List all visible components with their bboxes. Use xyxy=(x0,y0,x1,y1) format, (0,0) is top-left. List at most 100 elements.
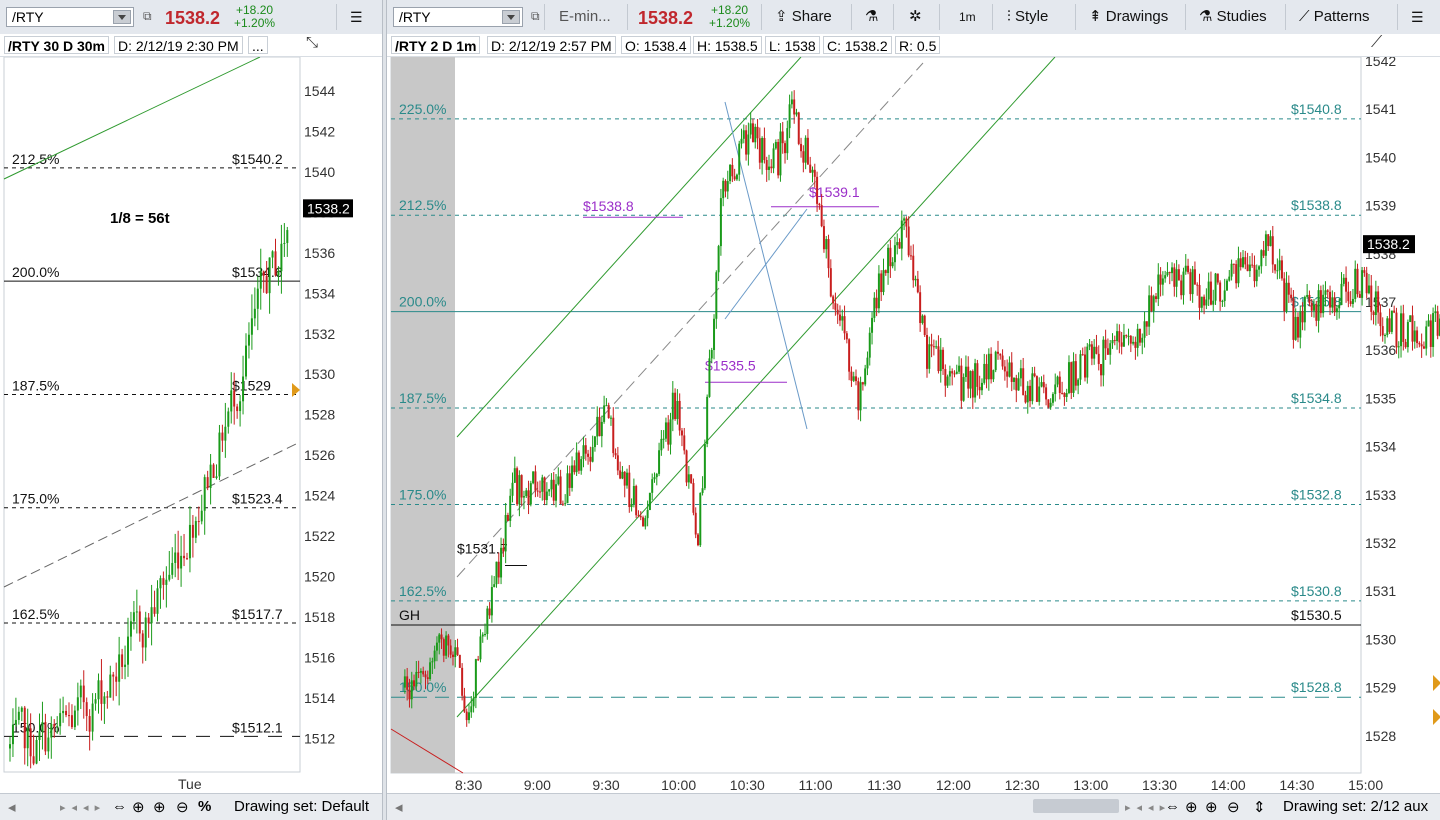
collapse-icon[interactable]: ⤡ xyxy=(306,34,318,51)
chart-style-icon[interactable]: ⟋ xyxy=(1371,34,1382,52)
right-candle-body xyxy=(1166,272,1169,276)
right-candle-body xyxy=(891,262,894,267)
studies-button[interactable]: ⚗ Studies xyxy=(1199,0,1267,34)
right-drawing-set[interactable]: Drawing set: 2/12 aux xyxy=(1283,798,1428,815)
right-price-chart[interactable]: 1542154115401539153815371536153515341533… xyxy=(387,57,1440,793)
right-candle-body xyxy=(1200,296,1203,308)
right-candle-body xyxy=(513,468,516,483)
menu-icon[interactable]: ☰ xyxy=(1411,0,1424,34)
left-more-button[interactable]: ... xyxy=(248,36,268,54)
menu-icon[interactable]: ☰ xyxy=(350,0,363,34)
right-candle-body xyxy=(470,706,473,713)
right-candle-body xyxy=(719,198,722,247)
right-candle-body xyxy=(431,661,434,663)
interval-button[interactable]: 1m xyxy=(959,0,976,34)
left-candle-body xyxy=(79,685,82,698)
right-candle-body xyxy=(969,371,972,389)
right-candle-body xyxy=(930,344,933,347)
close-value: C: 1538.2 xyxy=(823,36,892,54)
right-candle-body xyxy=(1164,275,1167,279)
pan-icon[interactable]: ⇔ xyxy=(1165,798,1180,815)
left-candle-body xyxy=(168,574,171,580)
left-symbol-selector[interactable]: /RTY xyxy=(6,7,134,27)
left-candle-body xyxy=(180,555,183,569)
right-candle-body xyxy=(784,143,787,154)
percent-icon[interactable]: % xyxy=(198,798,211,815)
right-candle-body xyxy=(642,517,645,527)
right-candle-body xyxy=(552,479,555,501)
settings-icon[interactable]: ✲ xyxy=(909,0,922,34)
link-icon[interactable]: ⧉ xyxy=(143,9,152,24)
left-candle-body xyxy=(186,558,188,560)
zoom-out-icon[interactable]: ⊖ xyxy=(176,798,189,816)
patterns-button[interactable]: ⟋ Patterns xyxy=(1299,0,1370,34)
right-candle-body xyxy=(761,137,764,163)
right-candle-body xyxy=(786,128,789,154)
right-symbol-selector[interactable]: /RTY xyxy=(393,7,523,27)
share-button[interactable]: ⇪ Share xyxy=(775,0,832,34)
right-x-tick-10: 13:30 xyxy=(1142,777,1177,793)
left-price-chart[interactable]: 1544154215401538153615341532153015281526… xyxy=(0,57,383,793)
price-callout: $1538.8 xyxy=(583,198,634,214)
right-candle-body xyxy=(1258,266,1261,270)
left-candle-body xyxy=(88,716,91,732)
chevron-down-icon[interactable] xyxy=(502,10,520,24)
right-candle-body xyxy=(742,130,745,139)
left-candle-body xyxy=(70,715,73,728)
right-candle-body xyxy=(1331,297,1334,308)
left-candle-body xyxy=(162,578,165,585)
right-candle-body xyxy=(880,273,883,293)
left-candle-body xyxy=(147,617,150,624)
flask-icon[interactable]: ⚗ xyxy=(865,0,878,34)
crosshair-icon[interactable]: ⊕ xyxy=(1185,798,1198,816)
right-candle-body xyxy=(692,483,695,513)
right-candle-body xyxy=(676,400,679,420)
right-last-price: 1538.2 xyxy=(638,8,694,28)
right-candle-body xyxy=(1324,290,1327,295)
scroll-thumb[interactable] xyxy=(1033,799,1119,813)
right-fib-price: $1538.8 xyxy=(1291,197,1342,213)
right-candle-body xyxy=(1287,282,1290,295)
right-candle-body xyxy=(1335,308,1338,313)
right-candle-body xyxy=(905,218,908,227)
right-candle-body xyxy=(660,438,663,451)
right-x-tick-3: 10:00 xyxy=(661,777,696,793)
scroll-left-icon[interactable]: ◂ xyxy=(8,798,16,816)
drawings-button[interactable]: ⇞ Drawings xyxy=(1089,0,1168,34)
right-candle-body xyxy=(479,636,482,660)
right-candle-body xyxy=(564,503,567,505)
right-candle-body xyxy=(587,453,590,457)
left-y-tick-2: 1540 xyxy=(304,164,335,180)
right-candle-body xyxy=(614,453,617,456)
style-button[interactable]: ⫶ Style xyxy=(1007,0,1048,34)
right-candle-body xyxy=(1223,290,1226,301)
left-drawing-set[interactable]: Drawing set: Default xyxy=(234,798,369,815)
right-fib-percent: 200.0% xyxy=(399,294,446,310)
right-candle-body xyxy=(568,473,571,488)
right-fib-percent: 225.0% xyxy=(399,101,446,117)
crosshair-icon[interactable]: ⊕ xyxy=(132,798,145,816)
zoom-out-icon[interactable]: ⊖ xyxy=(1227,798,1240,816)
right-plot-area xyxy=(390,57,1362,774)
right-fib-price: $1532.8 xyxy=(1291,486,1342,502)
right-candle-body xyxy=(529,483,532,505)
right-candle-body xyxy=(488,608,491,616)
right-fib-price: $1534.8 xyxy=(1291,390,1342,406)
left-y-tick-14: 1516 xyxy=(304,649,335,665)
zoom-in-icon[interactable]: ⊕ xyxy=(1205,798,1218,816)
right-candle-body xyxy=(1187,265,1190,273)
pan-icon[interactable]: ⇔ xyxy=(112,798,127,815)
fit-icon[interactable]: ⇕ xyxy=(1253,798,1266,816)
left-candle-body xyxy=(32,756,35,764)
chevron-down-icon[interactable] xyxy=(113,10,131,24)
right-candle-body xyxy=(1058,376,1061,393)
right-candle-body xyxy=(747,134,750,155)
scroll-controls[interactable]: ▸◂◂▸ xyxy=(60,801,106,814)
left-y-tick-7: 1530 xyxy=(304,366,335,382)
zoom-in-icon[interactable]: ⊕ xyxy=(153,798,166,816)
link-icon[interactable]: ⧉ xyxy=(531,9,540,24)
left-y-tick-0: 1544 xyxy=(304,83,335,99)
right-candle-body xyxy=(1074,361,1077,386)
right-candle-body xyxy=(843,316,846,334)
scroll-left-icon[interactable]: ◂ xyxy=(395,798,403,816)
